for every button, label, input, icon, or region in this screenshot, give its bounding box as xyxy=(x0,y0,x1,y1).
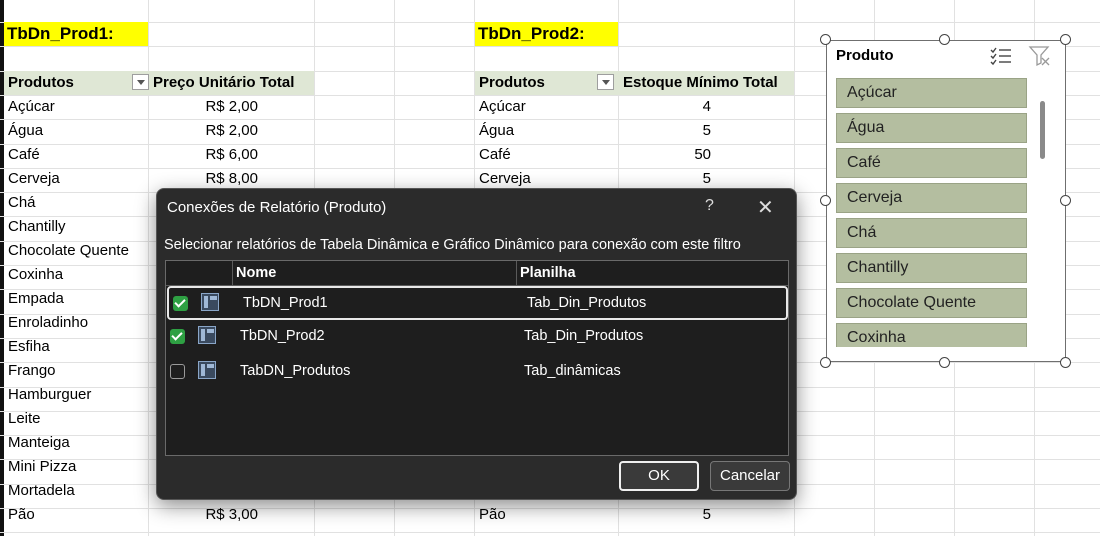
slicer-item[interactable]: Cerveja xyxy=(836,183,1027,213)
slicer-item[interactable]: Chocolate Quente xyxy=(836,288,1027,318)
table-row-product[interactable]: Café xyxy=(479,143,629,167)
table2-col-value: Estoque Mínimo Total xyxy=(623,74,778,91)
table-row-product[interactable]: Café xyxy=(8,143,188,167)
column-separator xyxy=(516,261,517,285)
slicer-item[interactable]: Chá xyxy=(836,218,1027,248)
table1-title: TbDn_Prod1: xyxy=(4,22,148,46)
resize-handle[interactable] xyxy=(820,195,831,206)
multi-select-icon[interactable] xyxy=(989,46,1013,66)
connection-name: TabDN_Produtos xyxy=(240,363,351,379)
table-row-value[interactable]: R$ 6,00 xyxy=(188,143,258,167)
connection-sheet: Tab_Din_Produtos xyxy=(524,328,644,344)
table1-col-value: Preço Unitário Total xyxy=(153,74,295,91)
pivot-table-icon xyxy=(198,361,216,379)
table1-header: Produtos Preço Unitário Total xyxy=(4,71,314,95)
table-row-value[interactable]: 5 xyxy=(629,119,711,143)
help-icon[interactable]: ? xyxy=(705,197,714,215)
column-separator xyxy=(232,261,233,285)
table-row-value[interactable]: 5 xyxy=(629,503,711,527)
report-connections-dialog: Conexões de Relatório (Produto) ? ✕ Sele… xyxy=(156,188,797,500)
dialog-title: Conexões de Relatório (Produto) xyxy=(167,199,387,216)
table1-col-products: Produtos xyxy=(8,74,74,91)
table-row-product[interactable]: Pão xyxy=(479,503,629,527)
cancel-button[interactable]: Cancelar xyxy=(710,461,790,491)
slicer-item[interactable]: Coxinha xyxy=(836,323,1027,347)
clear-filter-icon[interactable] xyxy=(1028,45,1052,67)
grid-row-line xyxy=(0,532,1100,533)
table2-filter-dropdown-icon[interactable] xyxy=(597,74,614,90)
resize-handle[interactable] xyxy=(820,357,831,368)
table-row-product[interactable]: Pão xyxy=(8,503,188,527)
table1-filter-dropdown-icon[interactable] xyxy=(132,74,149,90)
connection-row[interactable]: TabDN_Produtos Tab_dinâmicas xyxy=(166,356,788,390)
connection-name: TbDN_Prod2 xyxy=(240,328,325,344)
connection-checkbox[interactable] xyxy=(170,329,185,344)
table-row-product[interactable]: Água xyxy=(479,119,629,143)
col-sheet-header[interactable]: Planilha xyxy=(520,261,576,285)
slicer-item[interactable]: Chantilly xyxy=(836,253,1027,283)
dialog-instruction: Selecionar relatórios de Tabela Dinâmica… xyxy=(164,237,741,253)
table-row-value[interactable]: 50 xyxy=(629,143,711,167)
resize-handle[interactable] xyxy=(1060,357,1071,368)
connection-sheet: Tab_Din_Produtos xyxy=(527,295,647,311)
resize-handle[interactable] xyxy=(1060,34,1071,45)
connection-name: TbDN_Prod1 xyxy=(243,295,328,311)
connection-row[interactable]: TbDN_Prod1 Tab_Din_Produtos xyxy=(167,286,788,320)
table2-title: TbDn_Prod2: xyxy=(475,22,618,46)
connection-row[interactable]: TbDN_Prod2 Tab_Din_Produtos xyxy=(166,321,788,355)
connection-checkbox[interactable] xyxy=(170,364,185,379)
pivot-table-icon xyxy=(201,293,219,311)
slicer-item[interactable]: Açúcar xyxy=(836,78,1027,108)
resize-handle[interactable] xyxy=(820,34,831,45)
connections-list[interactable]: Nome Planilha TbDN_Prod1 Tab_Din_Produtos… xyxy=(165,260,789,456)
connection-sheet: Tab_dinâmicas xyxy=(524,363,621,379)
ok-button[interactable]: OK xyxy=(619,461,699,491)
table-row-product[interactable]: Açúcar xyxy=(479,95,629,119)
connection-checkbox[interactable] xyxy=(173,296,188,311)
pivot-table-icon xyxy=(198,326,216,344)
product-slicer[interactable]: Produto Açúcar Água Café Cerveja Chá Chantill… xyxy=(826,40,1066,362)
slicer-item[interactable]: Café xyxy=(836,148,1027,178)
resize-handle[interactable] xyxy=(939,357,950,368)
slicer-scrollbar[interactable] xyxy=(1040,101,1045,159)
slicer-item[interactable]: Água xyxy=(836,113,1027,143)
slicer-title: Produto xyxy=(836,47,894,64)
table-row-value[interactable]: 4 xyxy=(629,95,711,119)
col-name-header[interactable]: Nome xyxy=(236,261,276,285)
table2-col-products: Produtos xyxy=(479,74,545,91)
resize-handle[interactable] xyxy=(1060,195,1071,206)
table-row-value[interactable]: R$ 2,00 xyxy=(188,95,258,119)
table2-header: Produtos Estoque Mínimo Total xyxy=(475,71,794,95)
table-row-product[interactable]: Água xyxy=(8,119,188,143)
table-row-value[interactable]: R$ 2,00 xyxy=(188,119,258,143)
resize-handle[interactable] xyxy=(939,34,950,45)
table-row-value[interactable]: R$ 3,00 xyxy=(188,503,258,527)
close-icon[interactable]: ✕ xyxy=(757,195,774,220)
table-row-product[interactable]: Açúcar xyxy=(8,95,188,119)
